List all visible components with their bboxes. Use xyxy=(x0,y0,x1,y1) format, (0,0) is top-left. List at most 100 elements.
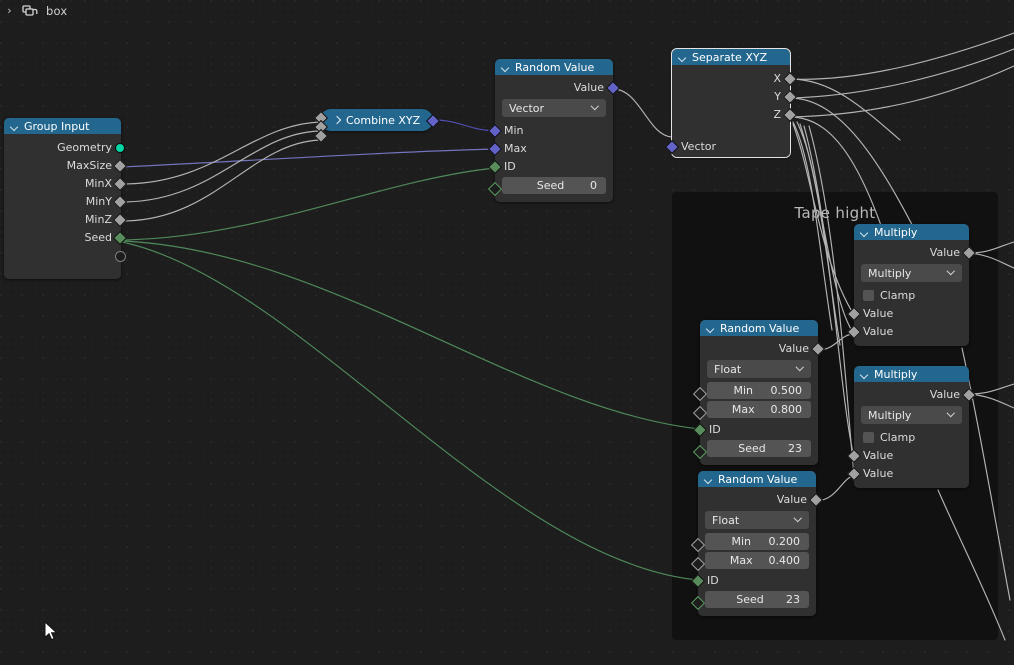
socket-label: MinY xyxy=(85,194,112,208)
data-type-dropdown[interactable]: Float xyxy=(707,360,811,378)
node-title: Multiply xyxy=(874,367,918,381)
max-field[interactable]: Max 0.400 xyxy=(705,552,809,569)
socket-value-out[interactable] xyxy=(605,80,621,96)
socket-label: Value xyxy=(863,306,894,320)
node-multiply-bottom[interactable]: Multiply Value Multiply Clamp Value Valu… xyxy=(846,366,977,488)
socket-x-out[interactable] xyxy=(782,71,798,87)
socket-minx-out[interactable] xyxy=(112,176,128,192)
node-group-input[interactable]: Group Input Geometry MaxSize MinX MinY M… xyxy=(4,118,128,279)
socket-vector-out[interactable] xyxy=(425,113,441,129)
socket-geometry-out[interactable] xyxy=(115,143,125,153)
socket-row-value-out: Value xyxy=(495,78,621,96)
socket-row-value-out: Value xyxy=(700,339,826,357)
dropdown-value: Vector xyxy=(509,101,545,115)
socket-row-id: ID xyxy=(692,420,818,438)
node-header[interactable]: Separate XYZ xyxy=(672,49,790,65)
socket-row-new xyxy=(4,246,126,264)
chevron-down-icon xyxy=(592,103,599,110)
seed-field[interactable]: Seed 0 xyxy=(502,177,606,194)
node-multiply-top[interactable]: Multiply Value Multiply Clamp Value Valu… xyxy=(846,224,977,346)
socket-row-minz: MinZ xyxy=(4,210,128,228)
socket-seed-in[interactable] xyxy=(487,181,503,197)
socket-label: Value xyxy=(929,245,960,259)
socket-z-in[interactable] xyxy=(313,128,329,144)
collapse-chevron-icon[interactable] xyxy=(860,370,869,379)
field-value: 0.800 xyxy=(770,403,803,416)
socket-min-in[interactable] xyxy=(487,123,503,139)
socket-label: Z xyxy=(773,107,781,121)
socket-label: Value xyxy=(778,341,809,355)
collapse-chevron-icon[interactable] xyxy=(501,63,510,72)
socket-maxsize-out[interactable] xyxy=(112,158,128,174)
clamp-checkbox-row[interactable]: Clamp xyxy=(854,286,969,304)
socket-id-in[interactable] xyxy=(487,159,503,175)
dropdown-value: Multiply xyxy=(868,408,912,422)
node-random-value-vector[interactable]: Random Value Value Vector Min Max ID See… xyxy=(487,59,621,202)
socket-label: Seed xyxy=(84,230,113,244)
collapse-chevron-icon[interactable] xyxy=(10,122,19,131)
max-field[interactable]: Max 0.800 xyxy=(707,401,811,418)
socket-y-out[interactable] xyxy=(782,89,798,105)
dropdown-value: Float xyxy=(712,513,740,527)
socket-vector-in[interactable] xyxy=(664,139,680,155)
node-separate-xyz[interactable]: Separate XYZ X Y Z Vector xyxy=(664,48,798,158)
socket-z-out[interactable] xyxy=(782,107,798,123)
node-header[interactable]: Random Value xyxy=(700,320,818,336)
node-title: Multiply xyxy=(874,225,918,239)
collapse-chevron-icon[interactable] xyxy=(704,475,713,484)
dropdown-value: Float xyxy=(714,362,742,376)
clamp-label: Clamp xyxy=(880,430,916,444)
field-label: Seed xyxy=(536,179,565,192)
data-type-dropdown[interactable]: Vector xyxy=(502,99,606,117)
seed-field[interactable]: Seed 23 xyxy=(705,591,809,608)
node-header[interactable]: Random Value xyxy=(698,471,816,487)
socket-label: X xyxy=(773,71,781,85)
socket-label: Value xyxy=(573,80,604,94)
node-body: Geometry MaxSize MinX MinY MinZ Seed xyxy=(4,138,128,279)
node-combine-xyz[interactable]: Combine XYZ xyxy=(313,109,441,144)
collapse-chevron-icon[interactable] xyxy=(678,53,687,62)
node-header[interactable]: Random Value xyxy=(495,59,613,75)
min-field[interactable]: Min 0.200 xyxy=(705,533,809,550)
node-body: X Y Z Vector xyxy=(664,69,798,157)
socket-row-vector-in: Vector xyxy=(664,137,790,155)
socket-minz-out[interactable] xyxy=(112,212,128,228)
collapse-chevron-icon[interactable] xyxy=(860,228,869,237)
clamp-checkbox[interactable] xyxy=(863,431,874,443)
socket-max-in[interactable] xyxy=(487,141,503,157)
clamp-checkbox[interactable] xyxy=(863,289,874,301)
socket-label: Y xyxy=(774,89,781,103)
chevron-down-icon xyxy=(948,268,955,275)
chevron-right-icon[interactable]: › xyxy=(4,4,15,17)
collapse-chevron-icon[interactable] xyxy=(706,324,715,333)
socket-virtual-out[interactable] xyxy=(115,251,126,262)
node-header[interactable]: Multiply xyxy=(854,366,969,382)
data-type-dropdown[interactable]: Float xyxy=(705,511,809,529)
field-value: 0.500 xyxy=(770,384,803,397)
socket-label: Value xyxy=(863,324,894,338)
socket-miny-out[interactable] xyxy=(112,194,128,210)
min-field[interactable]: Min 0.500 xyxy=(707,382,811,399)
socket-row-y: Y xyxy=(672,87,798,105)
seed-field[interactable]: Seed 23 xyxy=(707,440,811,457)
socket-row-value-in-1: Value xyxy=(846,304,969,322)
clamp-checkbox-row[interactable]: Clamp xyxy=(854,428,969,446)
chevron-down-icon xyxy=(797,364,804,371)
dropdown-value: Multiply xyxy=(868,266,912,280)
frame-label: Tape hight xyxy=(794,204,876,222)
node-editor-canvas[interactable]: Tape hight Group Input Geometry MaxSize … xyxy=(0,0,1014,665)
node-random-value-float-1[interactable]: Random Value Value Float Min 0.500 Max 0… xyxy=(692,320,826,465)
chevron-down-icon xyxy=(948,410,955,417)
socket-label: Value xyxy=(929,387,960,401)
operation-dropdown[interactable]: Multiply xyxy=(861,264,962,282)
operation-dropdown[interactable]: Multiply xyxy=(861,406,962,424)
expand-chevron-icon[interactable] xyxy=(333,116,341,124)
mouse-cursor xyxy=(44,621,58,641)
node-header[interactable]: Multiply xyxy=(854,224,969,240)
socket-seed-out[interactable] xyxy=(112,230,128,246)
socket-row-value-out: Value xyxy=(698,490,824,508)
node-header[interactable]: Group Input xyxy=(4,118,121,134)
node-random-value-float-2[interactable]: Random Value Value Float Min 0.200 Max 0… xyxy=(690,471,824,616)
field-value: 23 xyxy=(788,442,802,455)
field-label: Min xyxy=(731,535,752,548)
